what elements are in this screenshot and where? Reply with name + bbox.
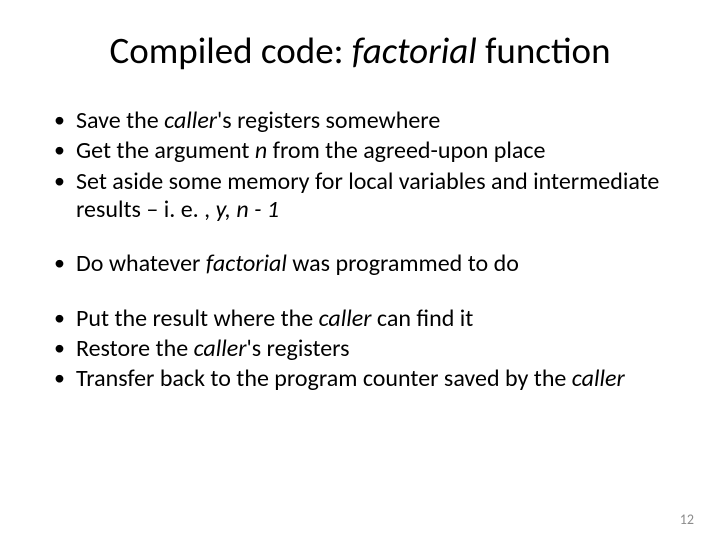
bullet-italic: caller — [194, 334, 247, 363]
bullet-text: Restore the — [76, 334, 194, 363]
bullet-italic: factorial — [206, 249, 287, 278]
bullet-italic: caller — [319, 304, 372, 333]
list-item: Put the result where the caller can find… — [46, 305, 674, 333]
title-fn: factorial — [352, 28, 477, 73]
bullet-text: Save the — [76, 106, 164, 135]
list-item: Do whatever factorial was programmed to … — [46, 250, 674, 278]
bullet-group-2: Do whatever factorial was programmed to … — [46, 250, 674, 278]
title-pre: Compiled code: — [109, 28, 351, 73]
list-item: Restore the caller's registers — [46, 335, 674, 363]
list-item: Set aside some memory for local variable… — [46, 168, 674, 225]
bullet-text: Get the argument — [76, 136, 255, 165]
bullet-text: from the agreed-upon place — [267, 136, 545, 165]
bullet-text: 's registers — [246, 334, 349, 363]
bullet-text: 's registers somewhere — [217, 106, 440, 135]
page-number: 12 — [680, 511, 694, 528]
title-post: function — [477, 28, 611, 73]
list-item: Transfer back to the program counter sav… — [46, 365, 674, 393]
list-item: Save the caller's registers somewhere — [46, 107, 674, 135]
bullet-text: Do whatever — [76, 249, 206, 278]
bullet-text: was programmed to do — [287, 249, 519, 278]
bullet-italic: y, n - 1 — [216, 195, 279, 224]
bullet-group-3: Put the result where the caller can find… — [46, 305, 674, 394]
bullet-text: Put the result where the — [76, 304, 319, 333]
bullet-italic: n — [255, 136, 267, 165]
bullet-italic: caller — [572, 364, 625, 393]
bullet-text: can find it — [371, 304, 473, 333]
bullet-text: Transfer back to the program counter sav… — [76, 364, 572, 393]
slide-title: Compiled code: factorial function — [46, 28, 674, 73]
bullet-text: Set aside some memory for local variable… — [76, 167, 659, 224]
bullet-italic: caller — [164, 106, 217, 135]
bullet-group-1: Save the caller's registers somewhere Ge… — [46, 107, 674, 224]
list-item: Get the argument n from the agreed-upon … — [46, 137, 674, 165]
